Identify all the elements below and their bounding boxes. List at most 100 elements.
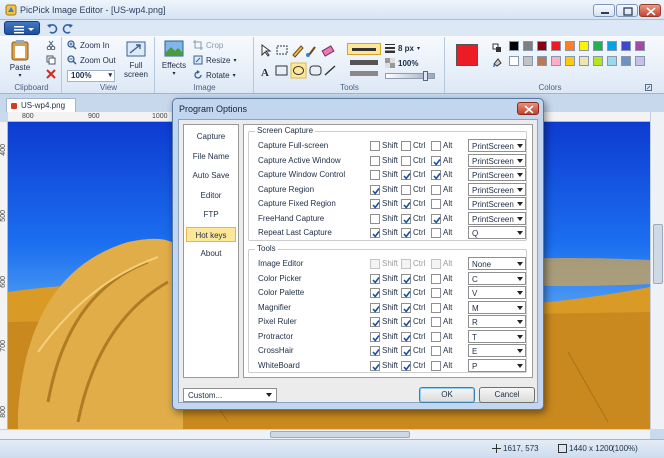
full-screen-button[interactable]: Full screen <box>119 39 153 79</box>
ctrl-checkbox[interactable] <box>401 228 411 238</box>
palette-swatch[interactable] <box>635 56 645 66</box>
shift-checkbox[interactable] <box>370 184 380 195</box>
palette-swatch[interactable] <box>523 56 533 66</box>
maximize-button[interactable] <box>616 4 638 17</box>
hotkey-key-select[interactable]: PrintScreen <box>468 153 526 167</box>
close-button[interactable] <box>639 4 661 17</box>
palette-swatch[interactable] <box>551 41 561 51</box>
horizontal-scroll-thumb[interactable] <box>270 431 410 438</box>
hotkey-key-select[interactable]: C <box>468 271 526 285</box>
nav-item-about[interactable]: About <box>186 246 236 261</box>
application-menu-button[interactable] <box>4 21 40 35</box>
line-style-thick[interactable] <box>350 60 378 65</box>
vertical-scrollbar[interactable] <box>650 112 664 429</box>
vertical-scroll-thumb[interactable] <box>653 224 663 284</box>
effects-button[interactable]: Effects ▾ <box>159 39 189 77</box>
alt-checkbox[interactable] <box>431 317 441 327</box>
alt-checkbox[interactable] <box>431 288 441 298</box>
opacity-slider[interactable] <box>385 71 435 81</box>
drawing-tools-grid[interactable]: A <box>259 43 343 81</box>
shift-checkbox[interactable] <box>370 259 380 269</box>
zoom-out-button[interactable]: Zoom Out <box>67 55 116 65</box>
palette-swatch[interactable] <box>537 41 547 51</box>
hotkey-key-select[interactable]: V <box>468 286 526 299</box>
ctrl-checkbox[interactable] <box>401 170 411 180</box>
opacity-control[interactable]: 100% <box>385 58 418 68</box>
ctrl-checkbox[interactable] <box>401 273 411 284</box>
ctrl-checkbox[interactable] <box>401 155 411 166</box>
alt-checkbox[interactable] <box>431 228 441 238</box>
shift-checkbox[interactable] <box>370 155 380 166</box>
redo-icon[interactable] <box>62 22 74 34</box>
palette-swatch[interactable] <box>635 41 645 51</box>
palette-swatch[interactable] <box>565 41 575 51</box>
palette-swatch[interactable] <box>579 56 589 66</box>
palette-swatch[interactable] <box>607 41 617 51</box>
document-tab[interactable]: US-wp4.png <box>6 98 76 112</box>
palette-swatch[interactable] <box>551 56 561 66</box>
palette-swatch[interactable] <box>579 41 589 51</box>
shift-checkbox[interactable] <box>370 317 380 327</box>
nav-item-hot-keys[interactable]: Hot keys <box>186 226 236 242</box>
primary-color[interactable] <box>456 44 478 66</box>
palette-swatch[interactable] <box>607 56 617 66</box>
ok-button[interactable]: OK <box>419 387 475 403</box>
ctrl-checkbox[interactable] <box>401 331 411 342</box>
delete-icon[interactable] <box>46 69 56 79</box>
paste-dropdown-arrow[interactable]: ▾ <box>6 72 34 79</box>
cut-icon[interactable] <box>46 40 56 50</box>
line-style-fill[interactable] <box>350 71 378 76</box>
nav-item-auto-save[interactable]: Auto Save <box>186 168 236 183</box>
color-picker-icon[interactable] <box>492 43 502 53</box>
shift-checkbox[interactable] <box>370 331 380 342</box>
hotkey-key-select[interactable]: Q <box>468 226 526 239</box>
hotkey-key-select[interactable]: PrintScreen <box>468 211 526 225</box>
alt-checkbox[interactable] <box>431 273 441 284</box>
palette-swatch[interactable] <box>509 41 519 51</box>
ctrl-checkbox[interactable] <box>401 141 411 151</box>
alt-checkbox[interactable] <box>431 141 441 151</box>
paste-button[interactable]: Paste ▾ <box>6 39 34 79</box>
nav-item-file-name[interactable]: File Name <box>186 149 236 164</box>
hotkey-key-select[interactable]: PrintScreen <box>468 139 526 152</box>
alt-checkbox[interactable] <box>431 259 441 269</box>
palette-swatch[interactable] <box>565 56 575 66</box>
ctrl-checkbox[interactable] <box>401 302 411 313</box>
alt-checkbox[interactable] <box>431 213 441 224</box>
zoom-level-select[interactable]: 100% ▾ <box>67 70 115 82</box>
alt-checkbox[interactable] <box>431 360 441 371</box>
hotkey-key-select[interactable]: E <box>468 344 526 357</box>
shift-checkbox[interactable] <box>370 346 380 356</box>
hotkey-key-select[interactable]: PrintScreen <box>468 168 526 181</box>
horizontal-scrollbar[interactable] <box>0 429 650 439</box>
palette-swatch[interactable] <box>593 56 603 66</box>
palette-swatch[interactable] <box>621 41 631 51</box>
palette-swatch[interactable] <box>523 41 533 51</box>
hotkey-key-select[interactable]: PrintScreen <box>468 197 526 210</box>
rotate-button[interactable]: Rotate ▾ <box>193 70 236 80</box>
ctrl-checkbox[interactable] <box>401 317 411 327</box>
shift-checkbox[interactable] <box>370 273 380 284</box>
alt-checkbox[interactable] <box>431 170 441 180</box>
fill-color-icon[interactable] <box>492 57 502 67</box>
minimize-button[interactable] <box>593 4 615 17</box>
crop-button[interactable]: Crop <box>193 40 223 50</box>
hotkey-key-select[interactable]: None <box>468 257 526 270</box>
shift-checkbox[interactable] <box>370 360 380 371</box>
hotkey-key-select[interactable]: M <box>468 300 526 314</box>
shift-checkbox[interactable] <box>370 199 380 209</box>
opacity-slider-thumb[interactable] <box>423 71 428 81</box>
undo-icon[interactable] <box>46 22 58 34</box>
alt-checkbox[interactable] <box>431 184 441 195</box>
ctrl-checkbox[interactable] <box>401 346 411 356</box>
ctrl-checkbox[interactable] <box>401 199 411 209</box>
palette-swatch[interactable] <box>509 56 519 66</box>
shift-checkbox[interactable] <box>370 288 380 298</box>
line-style-solid[interactable] <box>347 43 381 55</box>
shift-checkbox[interactable] <box>370 302 380 313</box>
shift-checkbox[interactable] <box>370 228 380 238</box>
copy-icon[interactable] <box>46 55 56 65</box>
cancel-button[interactable]: Cancel <box>479 387 535 403</box>
shift-checkbox[interactable] <box>370 170 380 180</box>
hotkey-key-select[interactable]: R <box>468 315 526 328</box>
